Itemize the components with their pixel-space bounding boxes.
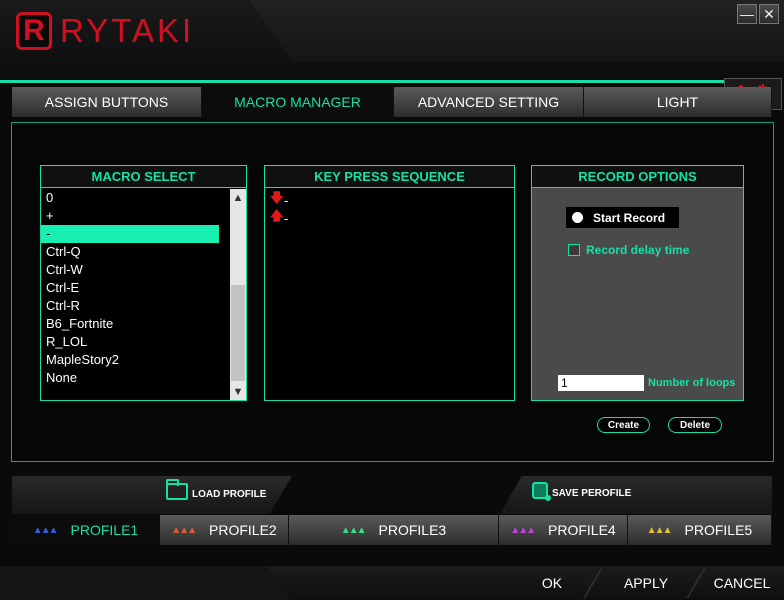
tab-light[interactable]: LIGHT xyxy=(584,87,772,117)
macro-select-title: MACRO SELECT xyxy=(41,166,246,188)
macro-list: 0 + - Ctrl-Q Ctrl-W Ctrl-E Ctrl-R B6_Fortnite R_… xyxy=(41,189,231,400)
create-button[interactable]: Create xyxy=(597,417,650,433)
minimize-icon: — xyxy=(740,6,754,22)
tab-profile3[interactable]: ▲▲▲ PROFILE3 xyxy=(289,515,499,545)
macro-list-item[interactable]: None xyxy=(41,369,231,387)
key-sequence-list: 🡇 - 🡅 - xyxy=(265,188,514,227)
tab-assign-buttons[interactable]: ASSIGN BUTTONS xyxy=(12,87,202,117)
scroll-up-icon[interactable]: ▲ xyxy=(230,189,246,206)
footer-decoration xyxy=(0,566,290,600)
tab-profile1[interactable]: ▲▲▲ PROFILE1 xyxy=(12,515,160,545)
scroll-down-icon[interactable]: ▼ xyxy=(230,383,246,400)
macro-list-item[interactable]: MapleStory2 xyxy=(41,351,231,369)
macro-manager-panel: MACRO SELECT 0 + - Ctrl-Q Ctrl-W Ctrl-E Ctrl-R… xyxy=(11,122,774,462)
key-sequence-text: - xyxy=(284,192,289,208)
brand-name: RYTAKI xyxy=(60,12,195,49)
tab-macro-manager[interactable]: MACRO MANAGER xyxy=(202,87,394,117)
app-logo: R RYTAKI xyxy=(16,12,194,50)
record-delay-checkbox[interactable] xyxy=(568,244,580,256)
macro-list-item[interactable]: 0 xyxy=(41,189,231,207)
header-accent-line xyxy=(0,80,730,83)
start-record-button[interactable]: Start Record xyxy=(566,207,679,228)
key-sequence-row[interactable]: 🡅 - xyxy=(265,208,514,227)
close-icon: ✕ xyxy=(763,5,775,22)
macro-list-item[interactable]: B6_Fortnite xyxy=(41,315,231,333)
tab-profile4[interactable]: ▲▲▲ PROFILE4 xyxy=(499,515,628,545)
record-options-box: RECORD OPTIONS Start Record Record delay… xyxy=(531,165,744,401)
title-bar-decoration xyxy=(250,0,784,62)
key-sequence-row[interactable]: 🡇 - xyxy=(265,190,514,209)
macro-list-item[interactable]: R_LOL xyxy=(41,333,231,351)
macro-list-scrollbar[interactable]: ▲ ▼ xyxy=(230,189,246,400)
arrow-up-icon: 🡅 xyxy=(270,208,284,223)
scroll-thumb[interactable] xyxy=(231,285,245,381)
profile-color-icon: ▲▲▲ xyxy=(340,524,367,536)
key-press-sequence-box: KEY PRESS SEQUENCE 🡇 - 🡅 - xyxy=(264,165,515,401)
profile-label: PROFILE5 xyxy=(684,522,753,538)
start-record-label: Start Record xyxy=(593,210,666,225)
load-profile-label: LOAD PROFILE xyxy=(192,489,267,500)
macro-list-item[interactable]: + xyxy=(41,207,231,225)
macro-list-item[interactable]: - xyxy=(41,225,219,243)
save-icon xyxy=(532,482,551,501)
folder-icon xyxy=(166,479,188,500)
profile-color-icon: ▲▲▲ xyxy=(32,524,59,536)
key-sequence-text: - xyxy=(284,210,289,226)
apply-button[interactable]: APPLY xyxy=(600,566,692,600)
tab-profile5[interactable]: ▲▲▲ PROFILE5 xyxy=(628,515,772,545)
macro-list-item[interactable]: Ctrl-R xyxy=(41,297,231,315)
record-delay-option[interactable]: Record delay time xyxy=(568,243,689,257)
save-profile-label: SAVE PEROFILE xyxy=(552,488,632,499)
load-profile-button[interactable]: LOAD PROFILE xyxy=(166,479,267,500)
profile-color-icon: ▲▲▲ xyxy=(171,524,197,536)
save-profile-button[interactable]: SAVE PEROFILE xyxy=(532,482,632,501)
profile-label: PROFILE4 xyxy=(548,522,616,538)
profile-tabs: ▲▲▲ PROFILE1 ▲▲▲ PROFILE2 ▲▲▲ PROFILE3 ▲… xyxy=(12,515,772,545)
record-dot-icon xyxy=(572,212,583,223)
tab-profile2[interactable]: ▲▲▲ PROFILE2 xyxy=(160,515,289,545)
tab-advanced-setting[interactable]: ADVANCED SETTING xyxy=(394,87,584,117)
profile-label: PROFILE1 xyxy=(70,522,139,538)
main-tabs: ASSIGN BUTTONS MACRO MANAGER ADVANCED SE… xyxy=(12,87,772,117)
macro-list-item[interactable]: Ctrl-W xyxy=(41,261,231,279)
macro-list-item[interactable]: Ctrl-Q xyxy=(41,243,231,261)
delete-button[interactable]: Delete xyxy=(668,417,722,433)
record-options-title: RECORD OPTIONS xyxy=(532,166,743,188)
logo-icon: R xyxy=(16,12,52,50)
profile-label: PROFILE2 xyxy=(209,522,277,538)
macro-list-item[interactable]: Ctrl-E xyxy=(41,279,231,297)
ok-button[interactable]: OK xyxy=(510,566,594,600)
cancel-button[interactable]: CANCEL xyxy=(700,566,784,600)
record-delay-label: Record delay time xyxy=(586,243,690,257)
close-button[interactable]: ✕ xyxy=(759,4,779,24)
logo-letter: R xyxy=(23,14,45,47)
minimize-button[interactable]: — xyxy=(737,4,757,24)
number-of-loops-input[interactable] xyxy=(558,375,644,391)
macro-select-box: MACRO SELECT 0 + - Ctrl-Q Ctrl-W Ctrl-E Ctrl-R… xyxy=(40,165,247,401)
profile-color-icon: ▲▲▲ xyxy=(510,524,536,536)
profile-label: PROFILE3 xyxy=(378,522,447,538)
profile-color-icon: ▲▲▲ xyxy=(646,524,673,536)
number-of-loops-label: Number of loops xyxy=(648,377,736,389)
key-sequence-title: KEY PRESS SEQUENCE xyxy=(265,166,514,188)
